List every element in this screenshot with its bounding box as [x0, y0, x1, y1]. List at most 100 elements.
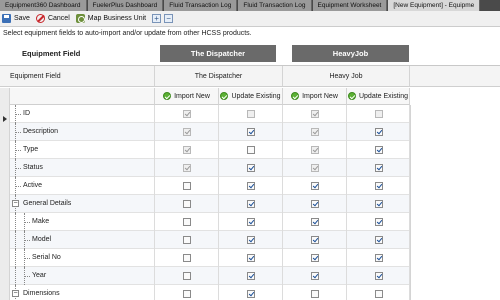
disp-update-checkbox[interactable] — [247, 272, 255, 280]
disp-import-checkbox[interactable] — [183, 254, 191, 262]
field-name-cell: Year — [10, 267, 155, 285]
hj-update-checkbox[interactable] — [375, 164, 383, 172]
hj-update-checkbox[interactable] — [375, 200, 383, 208]
grid-empty-area — [410, 105, 500, 300]
disp-update-checkbox[interactable] — [247, 218, 255, 226]
field-label: Dimensions — [23, 290, 60, 297]
hj-update-checkbox[interactable] — [375, 110, 383, 118]
disp-update-checkbox[interactable] — [247, 236, 255, 244]
disp-update-checkbox[interactable] — [247, 200, 255, 208]
tab-fluid-transaction-log-1[interactable]: Fluid Transaction Log — [164, 0, 238, 11]
table-row[interactable]: Year — [10, 267, 410, 285]
heavyjob-import-new-header[interactable]: Import New — [283, 88, 347, 105]
hj-import-checkbox[interactable] — [311, 254, 319, 262]
tab-equipment360-dashboard[interactable]: Equipment360 Dashboard — [0, 0, 87, 11]
hj-update-checkbox[interactable] — [375, 218, 383, 226]
expand-all-button[interactable]: + — [152, 14, 162, 23]
tab-new-equipment[interactable]: [New Equipment] - Equipme — [388, 0, 481, 11]
disp-import-checkbox[interactable] — [183, 146, 191, 154]
collapse-node-icon[interactable]: − — [12, 200, 19, 207]
heavyjob-update-existing-header[interactable]: Update Existing — [347, 88, 410, 105]
col-header-filler — [410, 66, 500, 87]
disp-update-checkbox[interactable] — [247, 146, 255, 154]
disp-update-cell — [219, 159, 283, 177]
hj-update-checkbox[interactable] — [375, 272, 383, 280]
table-row[interactable]: Active — [10, 177, 410, 195]
save-button[interactable]: Save — [2, 14, 30, 23]
tree-line — [15, 168, 21, 169]
collapse-all-button[interactable]: − — [164, 14, 174, 23]
disp-update-checkbox[interactable] — [247, 290, 255, 298]
hj-import-checkbox[interactable] — [311, 236, 319, 244]
hj-import-checkbox[interactable] — [311, 128, 319, 136]
table-row[interactable]: Make — [10, 213, 410, 231]
disp-update-cell — [219, 123, 283, 141]
cancel-label: Cancel — [47, 15, 70, 22]
disp-update-checkbox[interactable] — [247, 254, 255, 262]
col-header-heavyjob[interactable]: Heavy Job — [283, 66, 410, 87]
map-icon — [75, 14, 85, 23]
table-row[interactable]: Type — [10, 141, 410, 159]
field-label: Active — [23, 182, 43, 189]
row-selector-column — [0, 88, 10, 300]
tab-fluid-transaction-log-2[interactable]: Fluid Transaction Log — [238, 0, 312, 11]
instructions-text: Select equipment fields to auto-import a… — [3, 30, 252, 37]
disp-update-checkbox[interactable] — [247, 182, 255, 190]
tree-line — [24, 276, 30, 277]
col-header-equipment-field[interactable]: Equipment Field — [0, 66, 155, 87]
hj-update-checkbox[interactable] — [375, 236, 383, 244]
table-row[interactable]: − Dimensions — [10, 285, 410, 300]
disp-update-cell — [219, 195, 283, 213]
tab-fuelerplus-dashboard[interactable]: FuelerPlus Dashboard — [87, 0, 164, 11]
tab-equipment-worksheet[interactable]: Equipment Worksheet — [312, 0, 388, 11]
collapse-node-icon[interactable]: − — [12, 290, 19, 297]
table-row[interactable]: ID — [10, 105, 410, 123]
dispatcher-update-existing-header[interactable]: Update Existing — [219, 88, 283, 105]
table-row[interactable]: − General Details — [10, 195, 410, 213]
hj-import-checkbox[interactable] — [311, 200, 319, 208]
table-row[interactable]: Serial No — [10, 249, 410, 267]
hj-import-checkbox[interactable] — [311, 146, 319, 154]
disp-import-checkbox[interactable] — [183, 110, 191, 118]
disp-import-checkbox[interactable] — [183, 200, 191, 208]
disp-update-cell — [219, 285, 283, 300]
hj-import-checkbox[interactable] — [311, 272, 319, 280]
col-header-dispatcher[interactable]: The Dispatcher — [155, 66, 283, 87]
dispatcher-import-new-header[interactable]: Import New — [155, 88, 219, 105]
hj-import-cell — [283, 213, 347, 231]
hj-update-checkbox[interactable] — [375, 182, 383, 190]
save-icon — [2, 14, 11, 23]
hj-update-checkbox[interactable] — [375, 254, 383, 262]
disp-import-checkbox[interactable] — [183, 218, 191, 226]
hj-update-checkbox[interactable] — [375, 128, 383, 136]
hj-import-checkbox[interactable] — [311, 164, 319, 172]
hj-import-checkbox[interactable] — [311, 182, 319, 190]
disp-update-checkbox[interactable] — [247, 110, 255, 118]
field-name-cell: Type — [10, 141, 155, 159]
hj-import-checkbox[interactable] — [311, 110, 319, 118]
disp-import-checkbox[interactable] — [183, 272, 191, 280]
table-row[interactable]: Status — [10, 159, 410, 177]
disp-update-checkbox[interactable] — [247, 128, 255, 136]
table-row[interactable]: Model — [10, 231, 410, 249]
table-row[interactable]: Description — [10, 123, 410, 141]
disp-import-checkbox[interactable] — [183, 164, 191, 172]
disp-import-checkbox[interactable] — [183, 128, 191, 136]
map-business-unit-label: Map Business Unit — [87, 15, 147, 22]
cancel-button[interactable]: Cancel — [35, 14, 70, 23]
map-business-unit-button[interactable]: Map Business Unit — [75, 14, 147, 23]
hj-update-cell — [347, 123, 410, 141]
hj-update-checkbox[interactable] — [375, 146, 383, 154]
disp-update-checkbox[interactable] — [247, 164, 255, 172]
disp-import-checkbox[interactable] — [183, 290, 191, 298]
subheader-blank — [10, 88, 155, 105]
disp-import-checkbox[interactable] — [183, 236, 191, 244]
disp-import-cell — [155, 195, 219, 213]
tree-line — [15, 267, 16, 285]
equipment-field-grid: Equipment Field The Dispatcher Heavy Job… — [0, 65, 500, 300]
hj-update-checkbox[interactable] — [375, 290, 383, 298]
disp-import-checkbox[interactable] — [183, 182, 191, 190]
hj-import-checkbox[interactable] — [311, 290, 319, 298]
hj-update-cell — [347, 105, 410, 123]
hj-import-checkbox[interactable] — [311, 218, 319, 226]
